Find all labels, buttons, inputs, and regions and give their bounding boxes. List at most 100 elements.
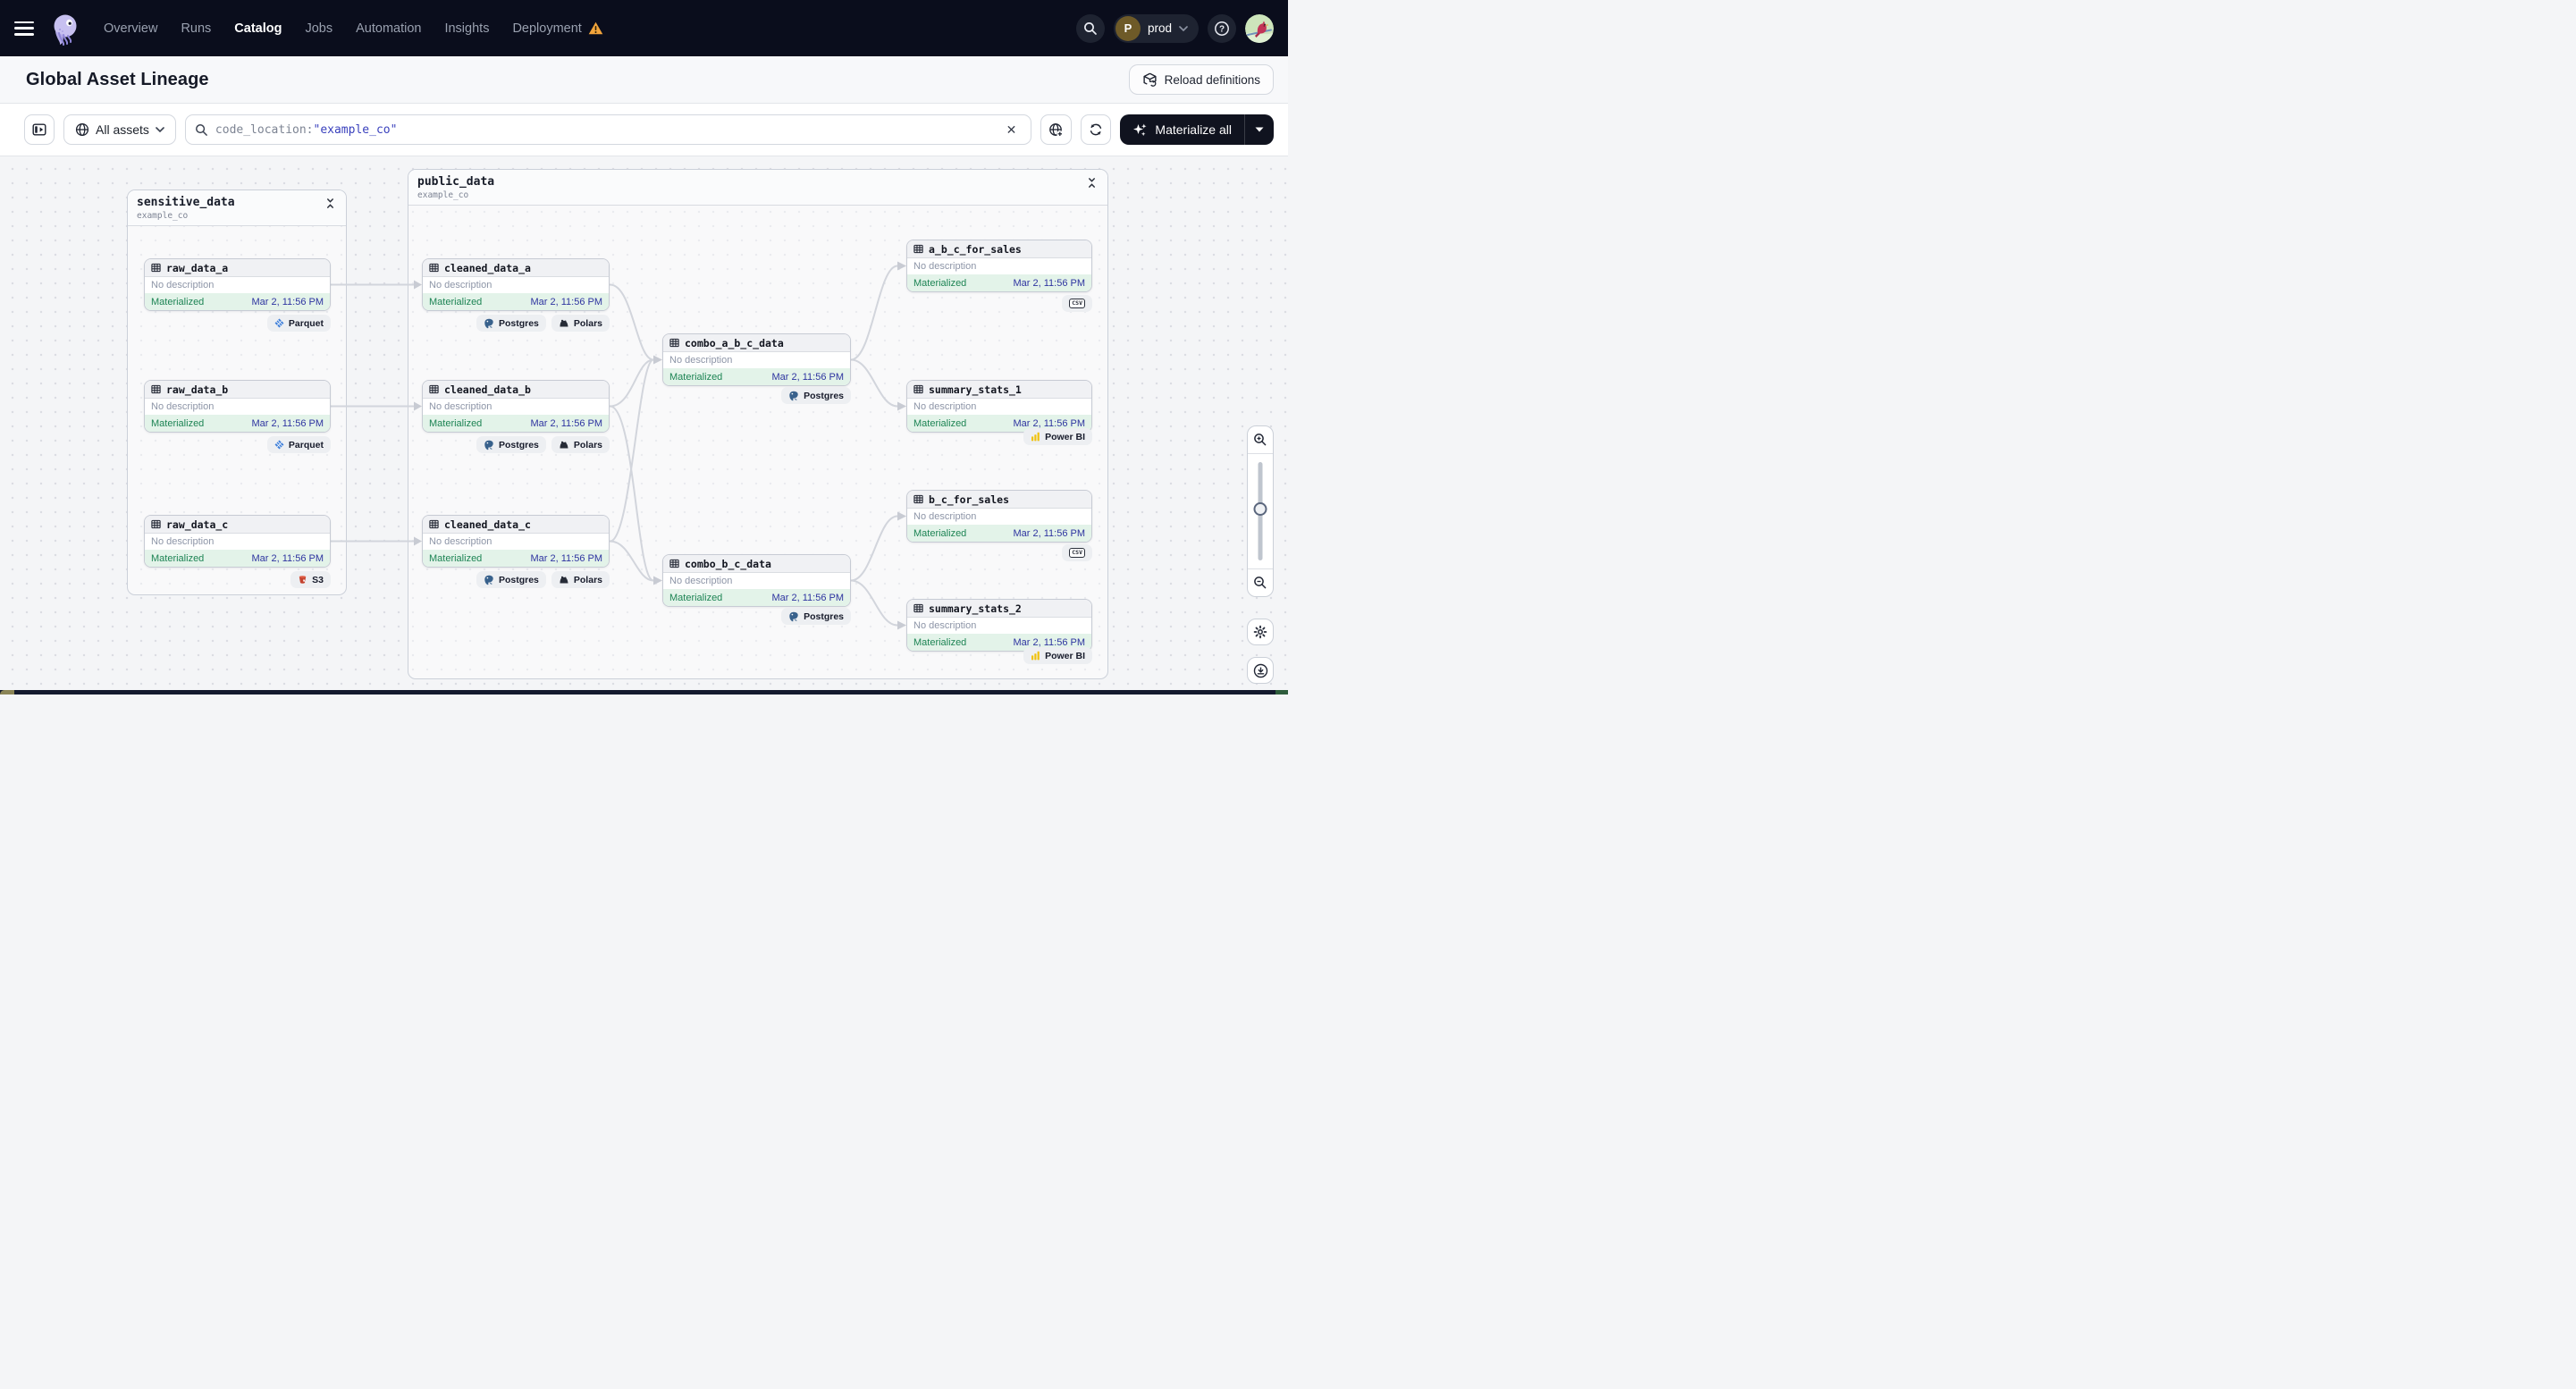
collapse-group-icon[interactable] [324, 196, 337, 221]
materialization-timestamp: Mar 2, 11:56 PM [771, 592, 845, 603]
group-location: example_co [417, 190, 469, 200]
materialization-timestamp: Mar 2, 11:56 PM [1013, 417, 1086, 429]
clear-search-button[interactable]: ✕ [1001, 121, 1023, 139]
deployment-switcher[interactable]: P prod [1113, 13, 1199, 43]
zoom-in-button[interactable] [1248, 426, 1273, 453]
materialization-timestamp: Mar 2, 11:56 PM [1013, 636, 1086, 648]
kind-tag-parquet[interactable]: Parquet [266, 315, 331, 332]
nav-item-insights[interactable]: Insights [444, 21, 489, 36]
polars-icon [560, 576, 568, 584]
nav-item-runs[interactable]: Runs [181, 21, 211, 36]
materialization-timestamp: Mar 2, 11:56 PM [251, 417, 324, 429]
minimap-peek[interactable] [0, 690, 1288, 694]
new-tab-button[interactable] [1040, 114, 1073, 145]
zoom-slider[interactable] [1248, 453, 1273, 569]
postgres-icon [484, 318, 493, 328]
user-avatar[interactable] [1245, 13, 1274, 43]
lineage-canvas[interactable]: sensitive_data example_co public_data ex… [0, 156, 1288, 694]
materialization-timestamp: Mar 2, 11:56 PM [1013, 527, 1086, 539]
dagster-logo-icon[interactable] [48, 12, 82, 46]
asset-filter-dropdown[interactable]: All assets [63, 114, 176, 145]
node-description: No description [423, 534, 609, 550]
search-button[interactable] [1075, 13, 1105, 43]
asset-node-cleaned-data-b[interactable]: cleaned_data_b No description Materializ… [422, 380, 610, 433]
download-button[interactable] [1247, 657, 1274, 684]
materialization-timestamp: Mar 2, 11:56 PM [771, 371, 845, 383]
nav-item-jobs[interactable]: Jobs [305, 21, 333, 36]
kind-tag-parquet[interactable]: Parquet [266, 436, 331, 453]
kind-tag-s3[interactable]: S3 [290, 571, 331, 588]
materialize-all-button[interactable]: Materialize all [1120, 114, 1244, 145]
kind-tag-polars[interactable]: Polars [551, 315, 610, 332]
status-badge: Materialized [151, 296, 205, 307]
page-header: Global Asset Lineage Reload definitions [0, 56, 1288, 104]
zoom-out-button[interactable] [1248, 569, 1273, 596]
asset-node-combo-b-c-data[interactable]: combo_b_c_data No description Materializ… [662, 554, 851, 607]
kind-tag-csv[interactable]: CSV [1062, 544, 1092, 561]
kind-tag-postgres[interactable]: Postgres [781, 387, 851, 404]
reload-box-icon [1143, 72, 1157, 87]
svg-text:?: ? [1219, 24, 1225, 34]
kind-tag-polars[interactable]: Polars [551, 436, 610, 453]
reload-definitions-button[interactable]: Reload definitions [1128, 64, 1274, 95]
postgres-icon [484, 440, 493, 450]
refresh-button[interactable] [1081, 114, 1112, 145]
help-button[interactable]: ? [1208, 13, 1236, 43]
status-badge: Materialized [913, 636, 967, 648]
nav-item-overview[interactable]: Overview [104, 21, 157, 36]
search-input[interactable]: code_location:"example_co" ✕ [184, 114, 1032, 145]
table-icon [429, 263, 439, 273]
collapse-group-icon[interactable] [1085, 175, 1099, 200]
status-badge: Materialized [913, 527, 967, 539]
materialize-options-button[interactable] [1244, 114, 1274, 145]
zoom-out-icon [1254, 577, 1267, 589]
s3-icon [299, 576, 307, 584]
warning-icon [588, 21, 603, 35]
asset-node-b-c-for-sales[interactable]: b_c_for_sales No description Materialize… [906, 490, 1092, 543]
menu-icon[interactable] [14, 21, 34, 36]
table-icon [913, 244, 923, 254]
node-description: No description [145, 399, 330, 415]
node-description: No description [907, 258, 1091, 274]
table-icon [151, 263, 161, 273]
asset-node-combo-a-b-c-data[interactable]: combo_a_b_c_data No description Material… [662, 333, 851, 386]
asset-node-summary-stats-1[interactable]: summary_stats_1 No description Materiali… [906, 380, 1092, 433]
search-query-value: "example_co" [313, 122, 398, 137]
nav-item-deployment[interactable]: Deployment [512, 21, 603, 36]
kind-tag-powerbi[interactable]: Power BI [1023, 428, 1092, 445]
graph-settings-button[interactable] [1247, 619, 1274, 645]
kind-tag-postgres[interactable]: Postgres [781, 608, 851, 625]
kind-tag-polars[interactable]: Polars [551, 571, 610, 588]
kind-tag-postgres[interactable]: Postgres [476, 436, 546, 453]
kind-tag-csv[interactable]: CSV [1062, 295, 1092, 312]
asset-node-cleaned-data-a[interactable]: cleaned_data_a No description Materializ… [422, 258, 610, 311]
kind-tag-postgres[interactable]: Postgres [476, 571, 546, 588]
zoom-slider-handle[interactable] [1253, 501, 1267, 516]
powerbi-icon [1031, 651, 1040, 661]
asset-node-raw-data-b[interactable]: raw_data_b No description Materialized Ma… [144, 380, 331, 433]
help-icon: ? [1215, 21, 1229, 36]
open-panel-button[interactable] [24, 114, 55, 145]
materialization-timestamp: Mar 2, 11:56 PM [251, 296, 324, 307]
nav-item-catalog[interactable]: Catalog [234, 21, 282, 36]
asset-node-summary-stats-2[interactable]: summary_stats_2 No description Materiali… [906, 599, 1092, 652]
status-badge: Materialized [151, 552, 205, 564]
gear-icon [1253, 625, 1267, 639]
asset-node-raw-data-a[interactable]: raw_data_a No description Materialized Ma… [144, 258, 331, 311]
kind-tag-powerbi[interactable]: Power BI [1023, 647, 1092, 664]
polars-icon [560, 319, 568, 327]
nav-item-automation[interactable]: Automation [356, 21, 421, 36]
asset-node-cleaned-data-c[interactable]: cleaned_data_c No description Materializ… [422, 515, 610, 568]
refresh-icon [1090, 123, 1102, 136]
chevron-down-icon [1179, 25, 1188, 31]
group-location: example_co [137, 211, 189, 221]
asset-node-raw-data-c[interactable]: raw_data_c No description Materialized Ma… [144, 515, 331, 568]
search-icon [1084, 21, 1097, 35]
materialize-all-button-group: Materialize all [1120, 114, 1274, 145]
top-nav: Overview Runs Catalog Jobs Automation In… [0, 0, 1288, 56]
kind-tag-postgres[interactable]: Postgres [476, 315, 546, 332]
group-title: sensitive_data [137, 196, 235, 209]
sparkles-icon [1133, 123, 1147, 136]
table-icon [669, 559, 679, 568]
asset-node-a-b-c-for-sales[interactable]: a_b_c_for_sales No description Materiali… [906, 240, 1092, 292]
